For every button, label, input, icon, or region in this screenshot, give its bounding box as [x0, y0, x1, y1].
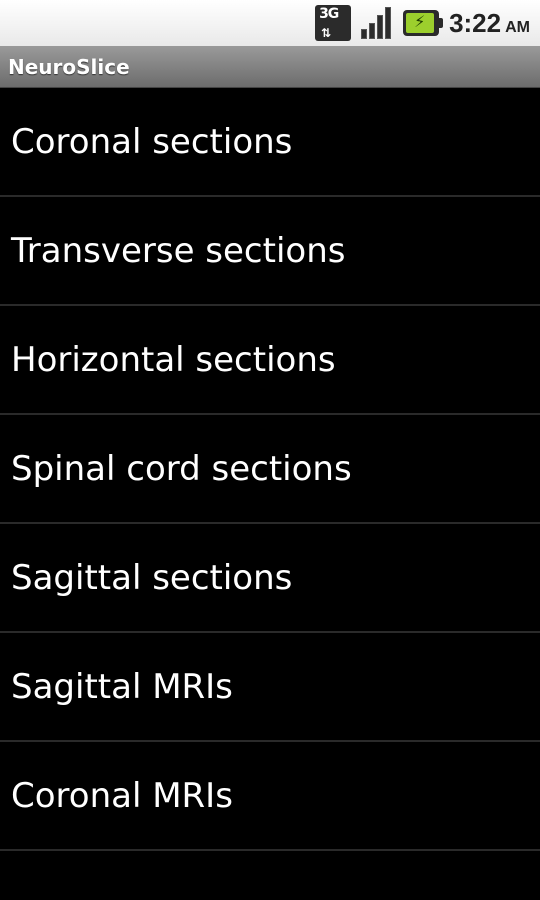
section-list: Coronal sections Transverse sections Hor…	[0, 88, 540, 851]
list-item-label: Sagittal sections	[11, 557, 293, 598]
list-item-label: Horizontal sections	[11, 339, 336, 380]
list-item-coronal-sections[interactable]: Coronal sections	[0, 88, 540, 197]
list-item-spinal-cord-sections[interactable]: Spinal cord sections	[0, 415, 540, 524]
list-item-label: Sagittal MRIs	[11, 666, 233, 707]
clock-time: 3:22	[449, 7, 502, 38]
status-clock: 3:22 AM	[449, 8, 530, 39]
list-item-label: Spinal cord sections	[11, 448, 352, 489]
signal-strength-icon	[359, 5, 395, 41]
list-item-transverse-sections[interactable]: Transverse sections	[0, 197, 540, 306]
list-item-horizontal-sections[interactable]: Horizontal sections	[0, 306, 540, 415]
list-item-coronal-mris[interactable]: Coronal MRIs	[0, 742, 540, 851]
clock-ampm: AM	[505, 18, 530, 36]
list-item-label: Coronal MRIs	[11, 775, 233, 816]
list-item-sagittal-sections[interactable]: Sagittal sections	[0, 524, 540, 633]
list-item-label: Transverse sections	[11, 230, 346, 271]
app-title-bar: NeuroSlice	[0, 46, 540, 88]
list-item-label: Coronal sections	[11, 121, 293, 162]
status-bar: 3G ⇅ ⚡ 3:22 AM	[0, 0, 540, 46]
charging-bolt: ⚡	[414, 12, 426, 31]
battery-charging-icon: ⚡	[403, 10, 444, 36]
app-title: NeuroSlice	[8, 54, 130, 79]
network-3g-icon: 3G ⇅	[315, 5, 352, 41]
data-activity-arrows: ⇅	[321, 26, 332, 40]
network-type-label: 3G	[319, 6, 339, 22]
list-item-sagittal-mris[interactable]: Sagittal MRIs	[0, 633, 540, 742]
